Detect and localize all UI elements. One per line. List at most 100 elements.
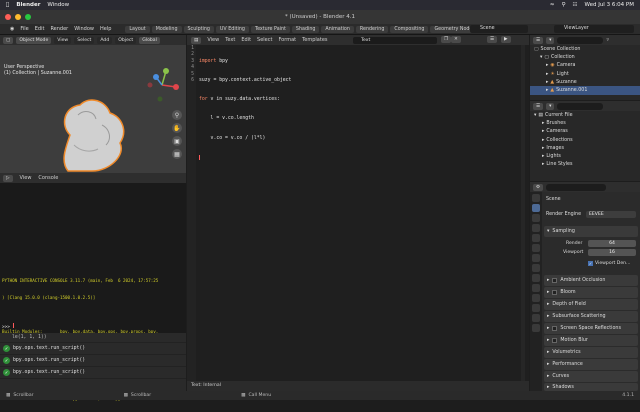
- zoom-icon[interactable]: ⚲: [172, 110, 182, 120]
- output-tab-icon[interactable]: [532, 214, 540, 222]
- editor-menu-edit[interactable]: Edit: [241, 37, 251, 43]
- suzanne-mesh[interactable]: [50, 95, 140, 173]
- panel-volumetrics[interactable]: ▸ Volumetrics: [544, 347, 638, 358]
- tab-rendering[interactable]: Rendering: [355, 25, 389, 33]
- world-tab-icon[interactable]: [532, 244, 540, 252]
- chevron-right-icon[interactable]: ▸: [542, 138, 544, 143]
- tab-modeling[interactable]: Modeling: [151, 25, 182, 33]
- file-category-row[interactable]: ▸ Line Styles: [530, 161, 640, 169]
- viewport-denoise-checkbox[interactable]: ✓ Viewport Den...: [588, 261, 630, 266]
- info-log[interactable]: le(1, 1, 1)) ✓ bpy.ops.text.run_script()…: [0, 333, 186, 391]
- file-search-input[interactable]: [557, 102, 604, 110]
- console-menu-view[interactable]: View: [20, 175, 32, 181]
- tab-compositing[interactable]: Compositing: [390, 25, 429, 33]
- control-center-icon[interactable]: ☷: [573, 2, 578, 8]
- outliner-row-suzanne-001[interactable]: ▸ ▲ Suzanne.001: [530, 86, 640, 95]
- new-text-button[interactable]: ❐: [441, 36, 452, 43]
- editor-menu-view[interactable]: View: [207, 37, 219, 43]
- panel-shadows[interactable]: ▸ Shadows: [544, 383, 638, 391]
- menu-edit[interactable]: Edit: [35, 26, 45, 32]
- orientation-dropdown[interactable]: Global: [139, 36, 160, 44]
- display-mode-dropdown[interactable]: ▾: [546, 102, 555, 110]
- menu-window[interactable]: Window: [74, 26, 94, 32]
- panel-enable-checkbox[interactable]: [552, 326, 558, 331]
- outliner-row-scene-collection[interactable]: ▢ Scene Collection: [530, 45, 640, 53]
- navigation-gizmo[interactable]: [142, 65, 182, 105]
- panel-enable-checkbox[interactable]: [552, 290, 558, 295]
- chevron-right-icon[interactable]: ▸: [546, 63, 548, 68]
- editor-type-icon[interactable]: ▢: [3, 36, 14, 44]
- file-category-row[interactable]: ▸ Collections: [530, 136, 640, 144]
- modifiers-tab-icon[interactable]: [532, 274, 540, 282]
- tab-shading[interactable]: Shading: [291, 25, 320, 33]
- panel-motion-blur[interactable]: ▸ Motion Blur: [544, 335, 638, 346]
- viewport-menu-view[interactable]: View: [54, 36, 72, 44]
- file-category-row[interactable]: ▸ Brushes: [530, 119, 640, 127]
- viewport-menu-object[interactable]: Object: [115, 36, 137, 44]
- editor-menu-select[interactable]: Select: [257, 37, 272, 43]
- properties-search-input[interactable]: [546, 183, 607, 191]
- close-window-button[interactable]: [5, 14, 11, 20]
- tab-texture-paint[interactable]: Texture Paint: [250, 25, 290, 33]
- editor-type-icon[interactable]: ☰: [533, 102, 544, 110]
- chevron-right-icon[interactable]: ▸: [542, 121, 544, 126]
- clock[interactable]: Wed Jul 3 6:04 PM: [584, 2, 634, 8]
- blender-file-outliner[interactable]: ☰ ▾ ▾ ▤ Current File ▸ Brushes ▸ Cameras ▸…: [530, 101, 640, 181]
- editor-menu-templates[interactable]: Templates: [302, 37, 327, 43]
- current-file-row[interactable]: ▾ ▤ Current File: [530, 111, 640, 119]
- line-numbers-toggle[interactable]: ☰: [487, 36, 498, 43]
- apple-icon[interactable]: : [6, 2, 9, 8]
- wifi-icon[interactable]: ≈: [550, 2, 555, 8]
- render-samples-field[interactable]: 64: [588, 240, 636, 247]
- panel-sampling[interactable]: ▾ Sampling: [544, 226, 638, 237]
- minimize-window-button[interactable]: [15, 14, 21, 20]
- info-row[interactable]: ✓ bpy.ops.text.run_script(): [0, 343, 186, 355]
- render-tab-icon[interactable]: [532, 204, 540, 212]
- pan-hand-icon[interactable]: ✋: [172, 123, 182, 133]
- viewport-menu-select[interactable]: Select: [74, 36, 95, 44]
- panel-performance[interactable]: ▸ Performance: [544, 359, 638, 370]
- tab-uv-editing[interactable]: UV Editing: [215, 25, 249, 33]
- viewport-samples-field[interactable]: 16: [588, 249, 636, 256]
- info-row[interactable]: ✓ bpy.ops.text.run_script(): [0, 355, 186, 367]
- outliner-row-collection[interactable]: ▾ ▢ Collection: [530, 53, 640, 61]
- menu-render[interactable]: Render: [50, 26, 68, 32]
- console-prompt[interactable]: >>>: [2, 323, 14, 330]
- scene-selector[interactable]: Scene: [470, 25, 528, 33]
- editor-menu-text[interactable]: Text: [225, 37, 235, 43]
- outliner-row-camera[interactable]: ▸ ◉ Camera: [530, 62, 640, 70]
- file-category-row[interactable]: ▸ Lights: [530, 152, 640, 160]
- menu-file[interactable]: File: [20, 26, 28, 32]
- outliner[interactable]: ☰ ▾ ▿ ▢ Scene Collection ▾ ▢ Collection …: [530, 35, 640, 100]
- object-tab-icon[interactable]: [532, 264, 540, 272]
- app-menu[interactable]: Blender: [16, 2, 40, 8]
- editor-menu-format[interactable]: Format: [278, 37, 296, 43]
- grid-view-icon[interactable]: ▦: [172, 149, 182, 159]
- chevron-right-icon[interactable]: ▸: [542, 162, 544, 167]
- chevron-right-icon[interactable]: ▸: [542, 129, 544, 134]
- view-layer-tab-icon[interactable]: [532, 224, 540, 232]
- panel-enable-checkbox[interactable]: [552, 278, 558, 283]
- zoom-window-button[interactable]: [25, 14, 31, 20]
- display-mode-dropdown[interactable]: ▾: [546, 36, 555, 44]
- editor-type-icon[interactable]: ▷: [3, 174, 13, 182]
- camera-view-icon[interactable]: ▣: [172, 136, 182, 146]
- scene-tab-icon[interactable]: [532, 234, 540, 242]
- menu-help[interactable]: Help: [100, 26, 111, 32]
- viewport-menu-add[interactable]: Add: [97, 36, 113, 44]
- search-icon[interactable]: ⚲: [561, 2, 565, 8]
- code-area[interactable]: import bpy suzy = bpy.context.active_obj…: [199, 46, 291, 174]
- python-console[interactable]: ▷ View Console PYTHON INTERACTIVE CONSOL…: [0, 173, 186, 401]
- text-datablock-field[interactable]: Text: [353, 36, 437, 44]
- editor-type-icon[interactable]: ⚙: [533, 183, 544, 191]
- editor-type-icon[interactable]: ☰: [533, 36, 544, 44]
- tab-sculpting[interactable]: Sculpting: [183, 25, 214, 33]
- editor-type-icon[interactable]: ▤: [191, 36, 202, 44]
- collection-tab-icon[interactable]: [532, 254, 540, 262]
- tool-tab-icon[interactable]: [532, 194, 540, 202]
- 3d-viewport[interactable]: ▢ Object Mode View Select Add Object Glo…: [0, 35, 186, 173]
- chevron-right-icon[interactable]: ▸: [542, 146, 544, 151]
- panel-curves[interactable]: ▸ Curves: [544, 371, 638, 382]
- mode-dropdown[interactable]: Object Mode: [16, 36, 52, 44]
- physics-tab-icon[interactable]: [532, 294, 540, 302]
